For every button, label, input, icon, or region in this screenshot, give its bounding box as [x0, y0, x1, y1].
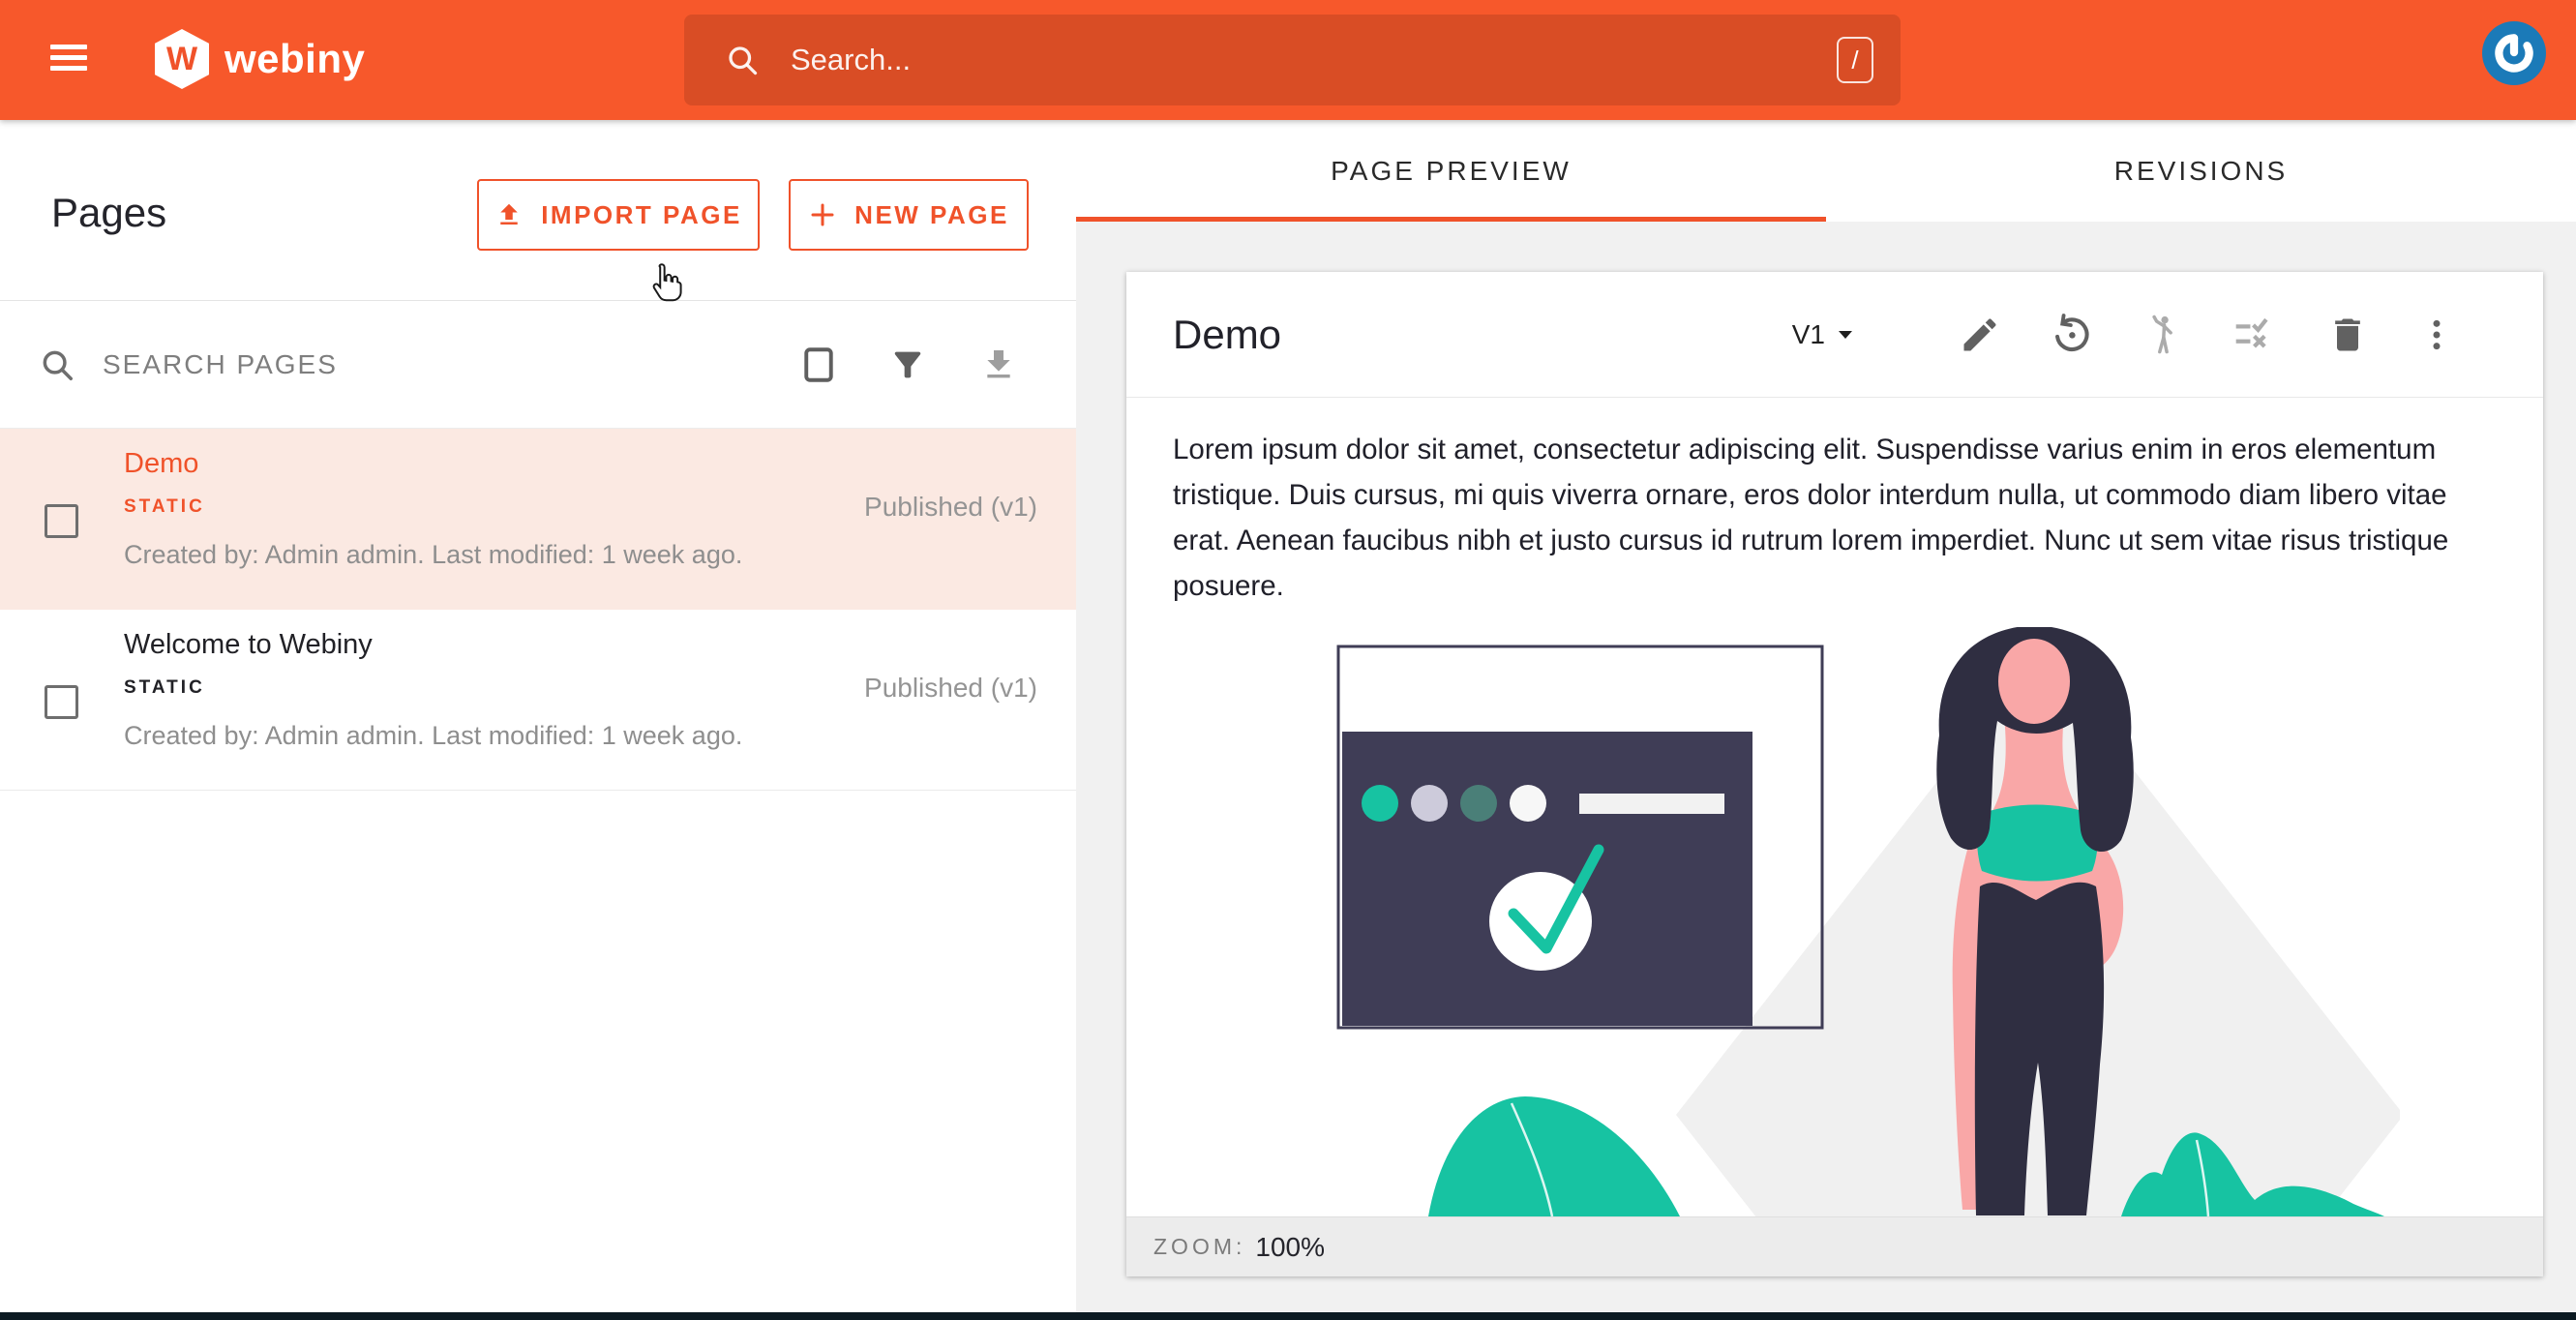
toolbar-icons	[801, 345, 1018, 385]
new-page-label: NEW PAGE	[854, 199, 1009, 229]
global-search-bar[interactable]: /	[684, 15, 1901, 105]
tab-page-preview[interactable]: PAGE PREVIEW	[1076, 120, 1826, 222]
import-page-label: IMPORT PAGE	[541, 199, 742, 229]
filter-icon[interactable]	[888, 345, 927, 384]
more-options-button[interactable]	[2417, 314, 2456, 356]
tab-revisions[interactable]: REVISIONS	[1826, 120, 2576, 222]
preview-body-text: Lorem ipsum dolor sit amet, consectetur …	[1173, 434, 2449, 602]
global-search-input[interactable]	[791, 43, 1837, 77]
preview-card-header: Demo V1	[1126, 272, 2543, 398]
preview-page-title: Demo	[1173, 311, 1282, 357]
zoom-label: ZOOM:	[1153, 1234, 1246, 1259]
page-status: Published (v1)	[864, 492, 1037, 522]
page-details-panel: PAGE PREVIEW REVISIONS Demo V1 Lorem ips…	[1076, 120, 2576, 1312]
search-pages-input[interactable]	[103, 348, 801, 380]
page-preview-illustration	[1336, 627, 2400, 1216]
pages-search-toolbar	[0, 300, 1076, 429]
page-preview-card: Demo V1 Lorem ipsum dolor sit amet, cons…	[1126, 272, 2543, 1276]
restore-button[interactable]	[2050, 313, 2094, 357]
page-title: Pages	[51, 190, 167, 235]
request-review-icon	[2152, 315, 2172, 353]
bottom-window-edge	[0, 1312, 2576, 1320]
edit-icon	[1963, 317, 1996, 350]
search-icon	[729, 46, 758, 75]
zoom-value: 100%	[1255, 1231, 1326, 1262]
page-list-item-welcome[interactable]: Welcome to Webiny STATIC Published (v1) …	[0, 610, 1076, 791]
request-review-button[interactable]	[2142, 314, 2185, 356]
top-app-bar: W webiny /	[0, 0, 2576, 120]
details-tabbar: PAGE PREVIEW REVISIONS	[1076, 120, 2576, 222]
preview-actions: V1	[1792, 313, 2456, 357]
hamburger-menu-icon[interactable]	[50, 45, 93, 77]
version-label: V1	[1791, 318, 1825, 349]
download-icon[interactable]	[979, 345, 1018, 384]
edit-button[interactable]	[1959, 314, 2001, 356]
requested-changes-icon	[2235, 317, 2268, 348]
upload-icon	[500, 203, 518, 225]
requested-changes-button[interactable]	[2233, 313, 2278, 357]
page-list-item-demo[interactable]: Demo STATIC Published (v1) Created by: A…	[0, 429, 1076, 610]
row-checkbox[interactable]	[45, 504, 78, 538]
page-row-meta: Created by: Admin admin. Last modified: …	[124, 721, 743, 750]
webiny-wordmark: webiny	[225, 36, 366, 81]
restore-icon	[2055, 313, 2089, 351]
webiny-logo: W webiny	[155, 29, 365, 89]
new-page-button[interactable]: NEW PAGE	[789, 179, 1029, 251]
page-status: Published (v1)	[864, 673, 1037, 703]
page-type-badge: STATIC	[124, 496, 205, 517]
app-screen: W webiny / Pages IMPORT	[0, 0, 2576, 1320]
more-vertical-icon	[2433, 319, 2441, 349]
search-pages-icon	[43, 350, 73, 380]
gravatar-icon	[2495, 34, 2533, 73]
page-row-meta: Created by: Admin admin. Last modified: …	[124, 540, 743, 569]
page-type-badge: STATIC	[124, 677, 205, 698]
plus-icon	[811, 203, 834, 226]
caret-down-icon	[1839, 330, 1852, 339]
slash-shortcut-badge: /	[1837, 37, 1873, 83]
select-all-checkbox[interactable]	[801, 345, 836, 385]
delete-button[interactable]	[2326, 314, 2369, 356]
user-avatar[interactable]	[2482, 21, 2546, 85]
row-checkbox[interactable]	[45, 685, 78, 719]
page-row-title[interactable]: Demo	[124, 448, 1037, 480]
page-row-title[interactable]: Welcome to Webiny	[124, 629, 1037, 661]
version-dropdown[interactable]: V1	[1792, 319, 1854, 350]
webiny-logo-letter: W	[165, 40, 198, 77]
webiny-logo-hexagon: W	[155, 29, 209, 89]
delete-icon	[2335, 318, 2360, 350]
preview-zoom-bar: ZOOM: 100%	[1126, 1216, 2543, 1276]
import-page-button[interactable]: IMPORT PAGE	[477, 179, 760, 251]
pages-list-panel: Pages IMPORT PAGE NEW PAGE SEARCH PAGES …	[0, 120, 1076, 1312]
